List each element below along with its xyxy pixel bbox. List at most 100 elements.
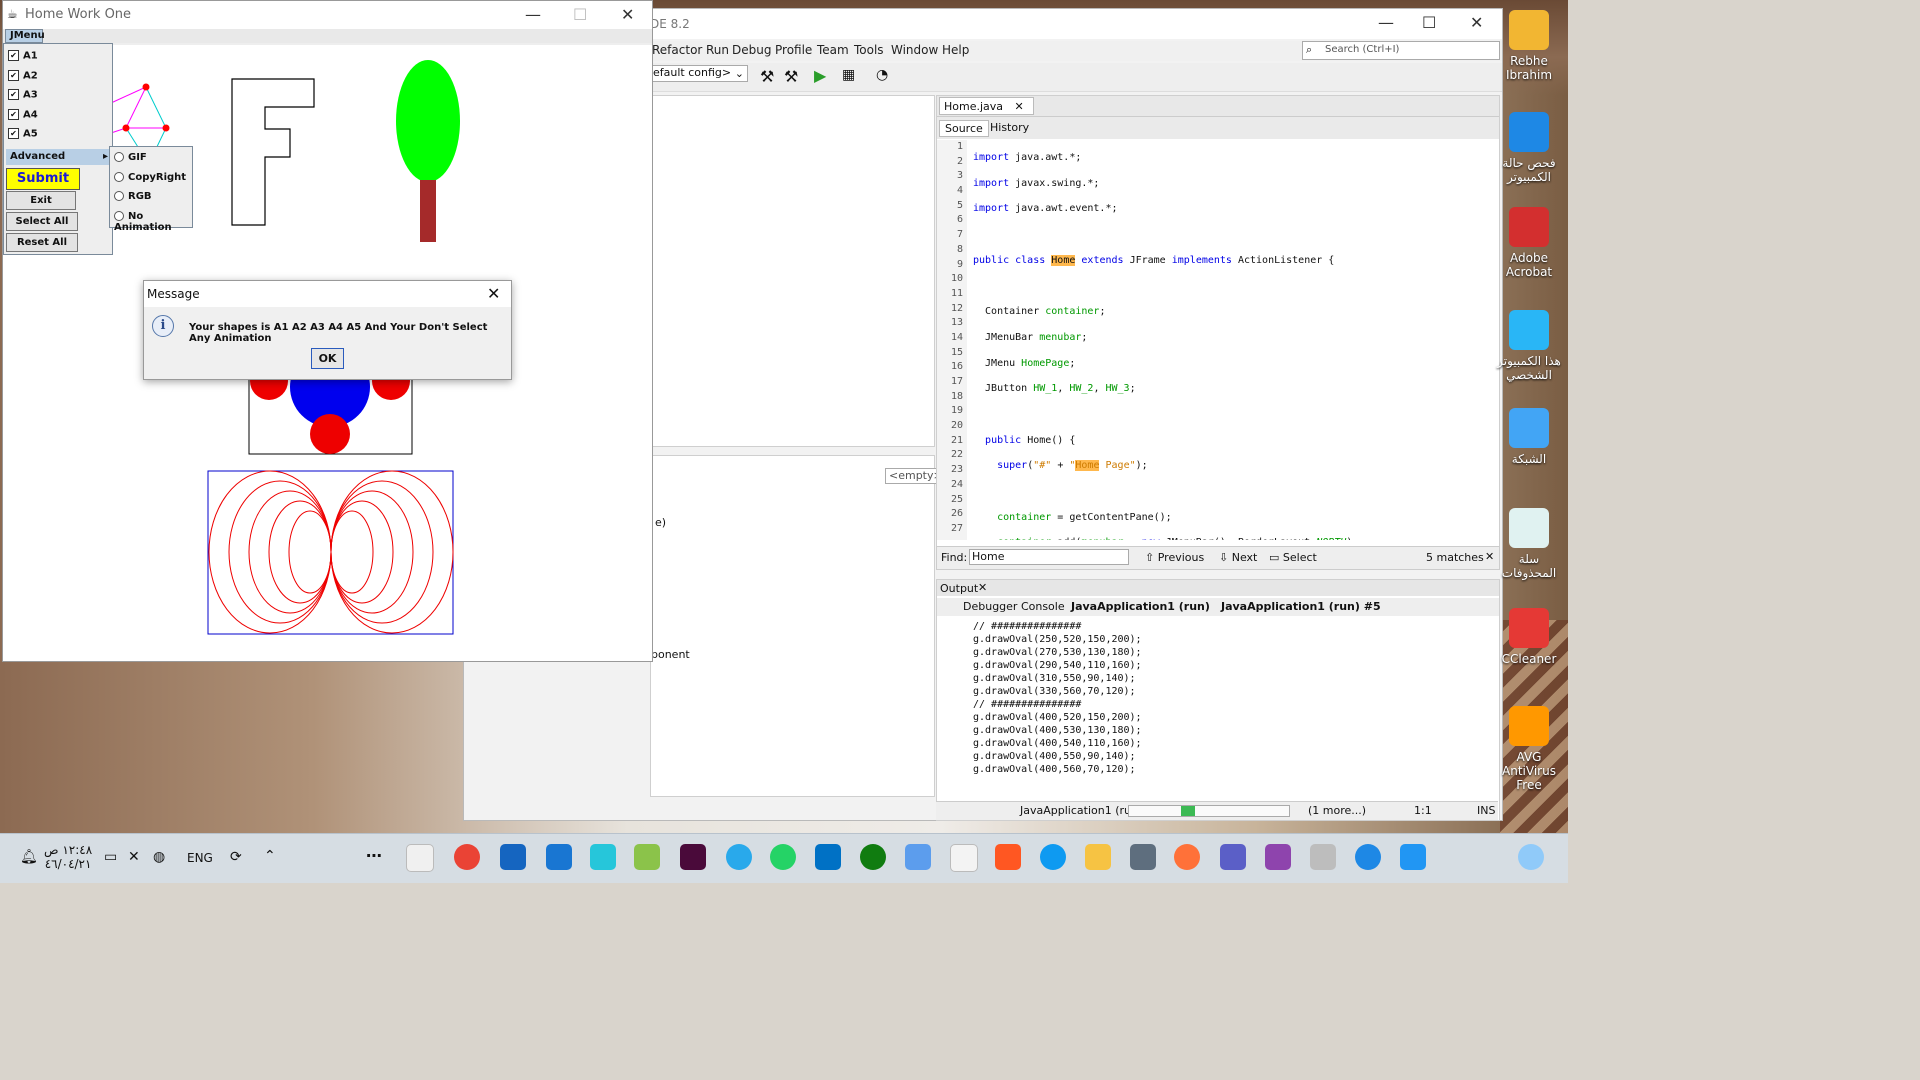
hammer-icon[interactable]: ⚒: [760, 67, 774, 86]
desktop-icon-avg[interactable]: AVG AntiVirus Free: [1497, 706, 1561, 792]
close-icon[interactable]: ✕: [487, 284, 500, 303]
maximize-icon[interactable]: ☐: [573, 5, 587, 24]
edge-icon[interactable]: [1040, 844, 1066, 870]
find-input[interactable]: Home: [969, 549, 1129, 565]
xbox-icon[interactable]: [860, 844, 886, 870]
check-a1[interactable]: ✔ A1: [8, 50, 38, 68]
calculator-icon[interactable]: [1130, 844, 1156, 870]
find-previous-button[interactable]: ⇧ Previous: [1145, 551, 1204, 564]
menu-window[interactable]: Window: [891, 43, 938, 57]
check-a4[interactable]: ✔ A4: [8, 109, 38, 127]
clean-build-icon[interactable]: ⚒: [784, 67, 798, 86]
desktop-icon-user[interactable]: Rebhe Ibrahim: [1497, 10, 1561, 82]
menu-help[interactable]: Help: [942, 43, 969, 57]
desktop-icon-acrobat[interactable]: Adobe Acrobat: [1497, 207, 1561, 279]
line-number: 8: [956, 243, 963, 255]
menu-tools[interactable]: Tools: [854, 43, 884, 57]
chevron-up-icon[interactable]: ⌃: [264, 848, 276, 864]
desktop-icon-health[interactable]: فحص حالة الكمبيوتر: [1497, 112, 1561, 184]
maximize-icon[interactable]: ☐: [1422, 13, 1436, 32]
status-more[interactable]: (1 more...): [1308, 804, 1366, 817]
app-cube-icon[interactable]: [590, 844, 616, 870]
minimize-icon[interactable]: —: [525, 5, 541, 24]
copilot-icon[interactable]: [1265, 844, 1291, 870]
menu-team[interactable]: Team: [817, 43, 849, 57]
notification-bell-icon[interactable]: 🔔︎: [20, 849, 38, 865]
debug-icon[interactable]: ▦: [842, 67, 855, 83]
output-label: Output: [940, 582, 979, 595]
radio-copyright[interactable]: CopyRight: [114, 172, 186, 190]
intel-icon[interactable]: [815, 844, 841, 870]
chrome-icon[interactable]: [454, 844, 480, 870]
desktop-icon-network[interactable]: الشبكة: [1497, 408, 1561, 466]
jmenu[interactable]: JMenu: [5, 29, 45, 43]
search-input[interactable]: ⌕ Search (Ctrl+I): [1302, 41, 1500, 60]
profile-icon[interactable]: ◔: [876, 67, 888, 83]
start-icon[interactable]: [1400, 844, 1426, 870]
java-taskbar-icon[interactable]: [406, 844, 434, 872]
weather-icon[interactable]: [1518, 844, 1544, 870]
close-icon[interactable]: ✕: [1485, 550, 1494, 563]
ok-button[interactable]: OK: [311, 348, 344, 369]
select-all-button[interactable]: Select All: [6, 212, 78, 231]
sync-icon[interactable]: ⟳: [230, 849, 242, 865]
puzzle-app-icon[interactable]: [995, 844, 1021, 870]
tab-home-java[interactable]: Home.java ✕: [939, 97, 1034, 115]
output-tabbar: Debugger Console JavaApplication1 (run) …: [937, 598, 1499, 616]
check-a5[interactable]: ✔ A5: [8, 128, 38, 146]
swing-menubar: JMenu: [3, 29, 652, 43]
android-studio-icon[interactable]: [634, 844, 660, 870]
menu-run[interactable]: Run: [706, 43, 729, 57]
reset-all-button[interactable]: Reset All: [6, 233, 78, 252]
minimize-icon[interactable]: —: [1378, 13, 1394, 32]
radio-rgb[interactable]: RGB: [114, 191, 152, 209]
desktop-icon-recycle[interactable]: سلة المحذوفات: [1497, 508, 1561, 580]
menu-refactor[interactable]: Refactor: [652, 43, 702, 57]
code-area[interactable]: import java.awt.*; import javax.swing.*;…: [973, 140, 1493, 540]
mail-icon[interactable]: [905, 844, 931, 870]
submit-button[interactable]: Submit: [6, 168, 80, 190]
language-indicator[interactable]: ENG: [187, 851, 213, 865]
tab-debugger-console[interactable]: Debugger Console: [963, 600, 1065, 613]
close-icon[interactable]: ✕: [1470, 13, 1483, 32]
more-icon[interactable]: ⋯: [366, 846, 382, 865]
battery-icon[interactable]: ▭: [104, 849, 117, 865]
output-line: // ###############: [973, 621, 1082, 632]
find-bar: Find: Home ⇧ Previous ⇩ Next ▭ Select 5 …: [936, 546, 1500, 570]
desktop-icon-ccleaner[interactable]: CCleaner: [1497, 608, 1561, 666]
run-icon[interactable]: ▶: [814, 66, 826, 85]
menu-profile[interactable]: Profile: [775, 43, 812, 57]
close-icon[interactable]: ✕: [1015, 100, 1024, 113]
volume-muted-icon[interactable]: ✕: [128, 849, 140, 865]
file-explorer-icon[interactable]: [1085, 844, 1111, 870]
tab-source[interactable]: Source: [939, 120, 989, 137]
check-a3[interactable]: ✔ A3: [8, 89, 38, 107]
tab-run-output[interactable]: JavaApplication1 (run): [1071, 600, 1210, 613]
tab-run-output-5[interactable]: JavaApplication1 (run) #5: [1221, 600, 1381, 613]
whatsapp-icon[interactable]: [770, 844, 796, 870]
vscode-icon[interactable]: [546, 844, 572, 870]
exit-button[interactable]: Exit: [6, 191, 76, 210]
firefox-icon[interactable]: [1174, 844, 1200, 870]
store-icon[interactable]: [950, 844, 978, 872]
find-next-button[interactable]: ⇩ Next: [1219, 551, 1257, 564]
adobe-xd-icon[interactable]: [680, 844, 706, 870]
check-a2[interactable]: ✔ A2: [8, 70, 38, 88]
teams-icon[interactable]: [1220, 844, 1246, 870]
radio-no-animation[interactable]: No Animation: [114, 211, 192, 233]
search-taskbar-icon[interactable]: [1355, 844, 1381, 870]
media-player-icon[interactable]: [500, 844, 526, 870]
config-select[interactable]: efault config> ⌄: [650, 65, 748, 82]
find-select-button[interactable]: ▭ Select: [1269, 551, 1317, 564]
globe-icon[interactable]: ◍: [153, 849, 165, 865]
radio-gif[interactable]: GIF: [114, 152, 147, 170]
advanced-submenu[interactable]: Advanced ▸: [6, 149, 110, 165]
close-icon[interactable]: ✕: [621, 5, 634, 24]
task-view-icon[interactable]: [1310, 844, 1336, 870]
tray-clock[interactable]: ١٢:٤٨ ص ٤٦/٠٤/٢١: [44, 843, 92, 871]
telegram-icon[interactable]: [726, 844, 752, 870]
desktop-icon-this-pc[interactable]: هذا الكمبيوتر الشخصي: [1497, 310, 1561, 382]
menu-debug[interactable]: Debug: [732, 43, 771, 57]
tab-history[interactable]: History: [985, 120, 1034, 135]
close-icon[interactable]: ✕: [978, 581, 987, 594]
